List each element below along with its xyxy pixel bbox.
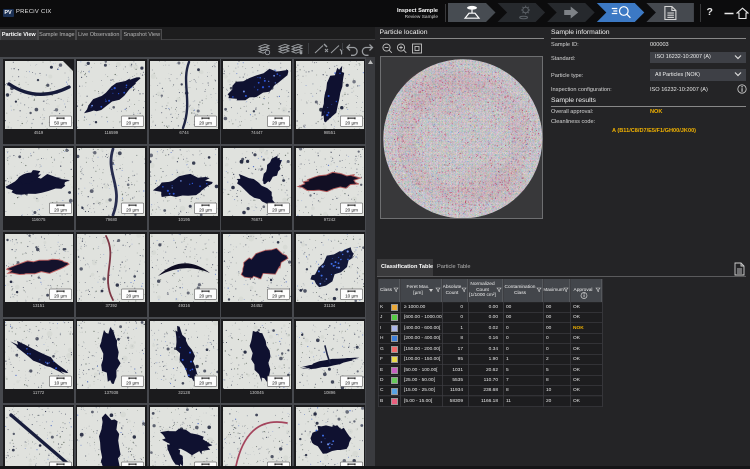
svg-text:20 µm: 20 µm: [199, 380, 212, 385]
svg-text:20 µm: 20 µm: [345, 207, 358, 212]
svg-text:20 µm: 20 µm: [126, 380, 139, 385]
svg-text:10 µm: 10 µm: [54, 380, 67, 385]
svg-text:20 µm: 20 µm: [272, 207, 285, 212]
svg-text:20 µm: 20 µm: [345, 121, 358, 126]
svg-text:20 µm: 20 µm: [199, 294, 212, 299]
svg-text:50 µm: 50 µm: [54, 121, 67, 126]
svg-text:20 µm: 20 µm: [199, 207, 212, 212]
svg-text:20 µm: 20 µm: [272, 380, 285, 385]
svg-text:20 µm: 20 µm: [54, 294, 67, 299]
svg-text:20 µm: 20 µm: [126, 294, 139, 299]
svg-text:20 µm: 20 µm: [126, 207, 139, 212]
svg-text:10 µm: 10 µm: [345, 294, 358, 299]
svg-text:20 µm: 20 µm: [126, 121, 139, 126]
svg-text:20 µm: 20 µm: [345, 380, 358, 385]
svg-text:20 µm: 20 µm: [272, 121, 285, 126]
svg-text:20 µm: 20 µm: [272, 294, 285, 299]
svg-text:20 µm: 20 µm: [199, 121, 212, 126]
svg-text:20 µm: 20 µm: [54, 207, 67, 212]
